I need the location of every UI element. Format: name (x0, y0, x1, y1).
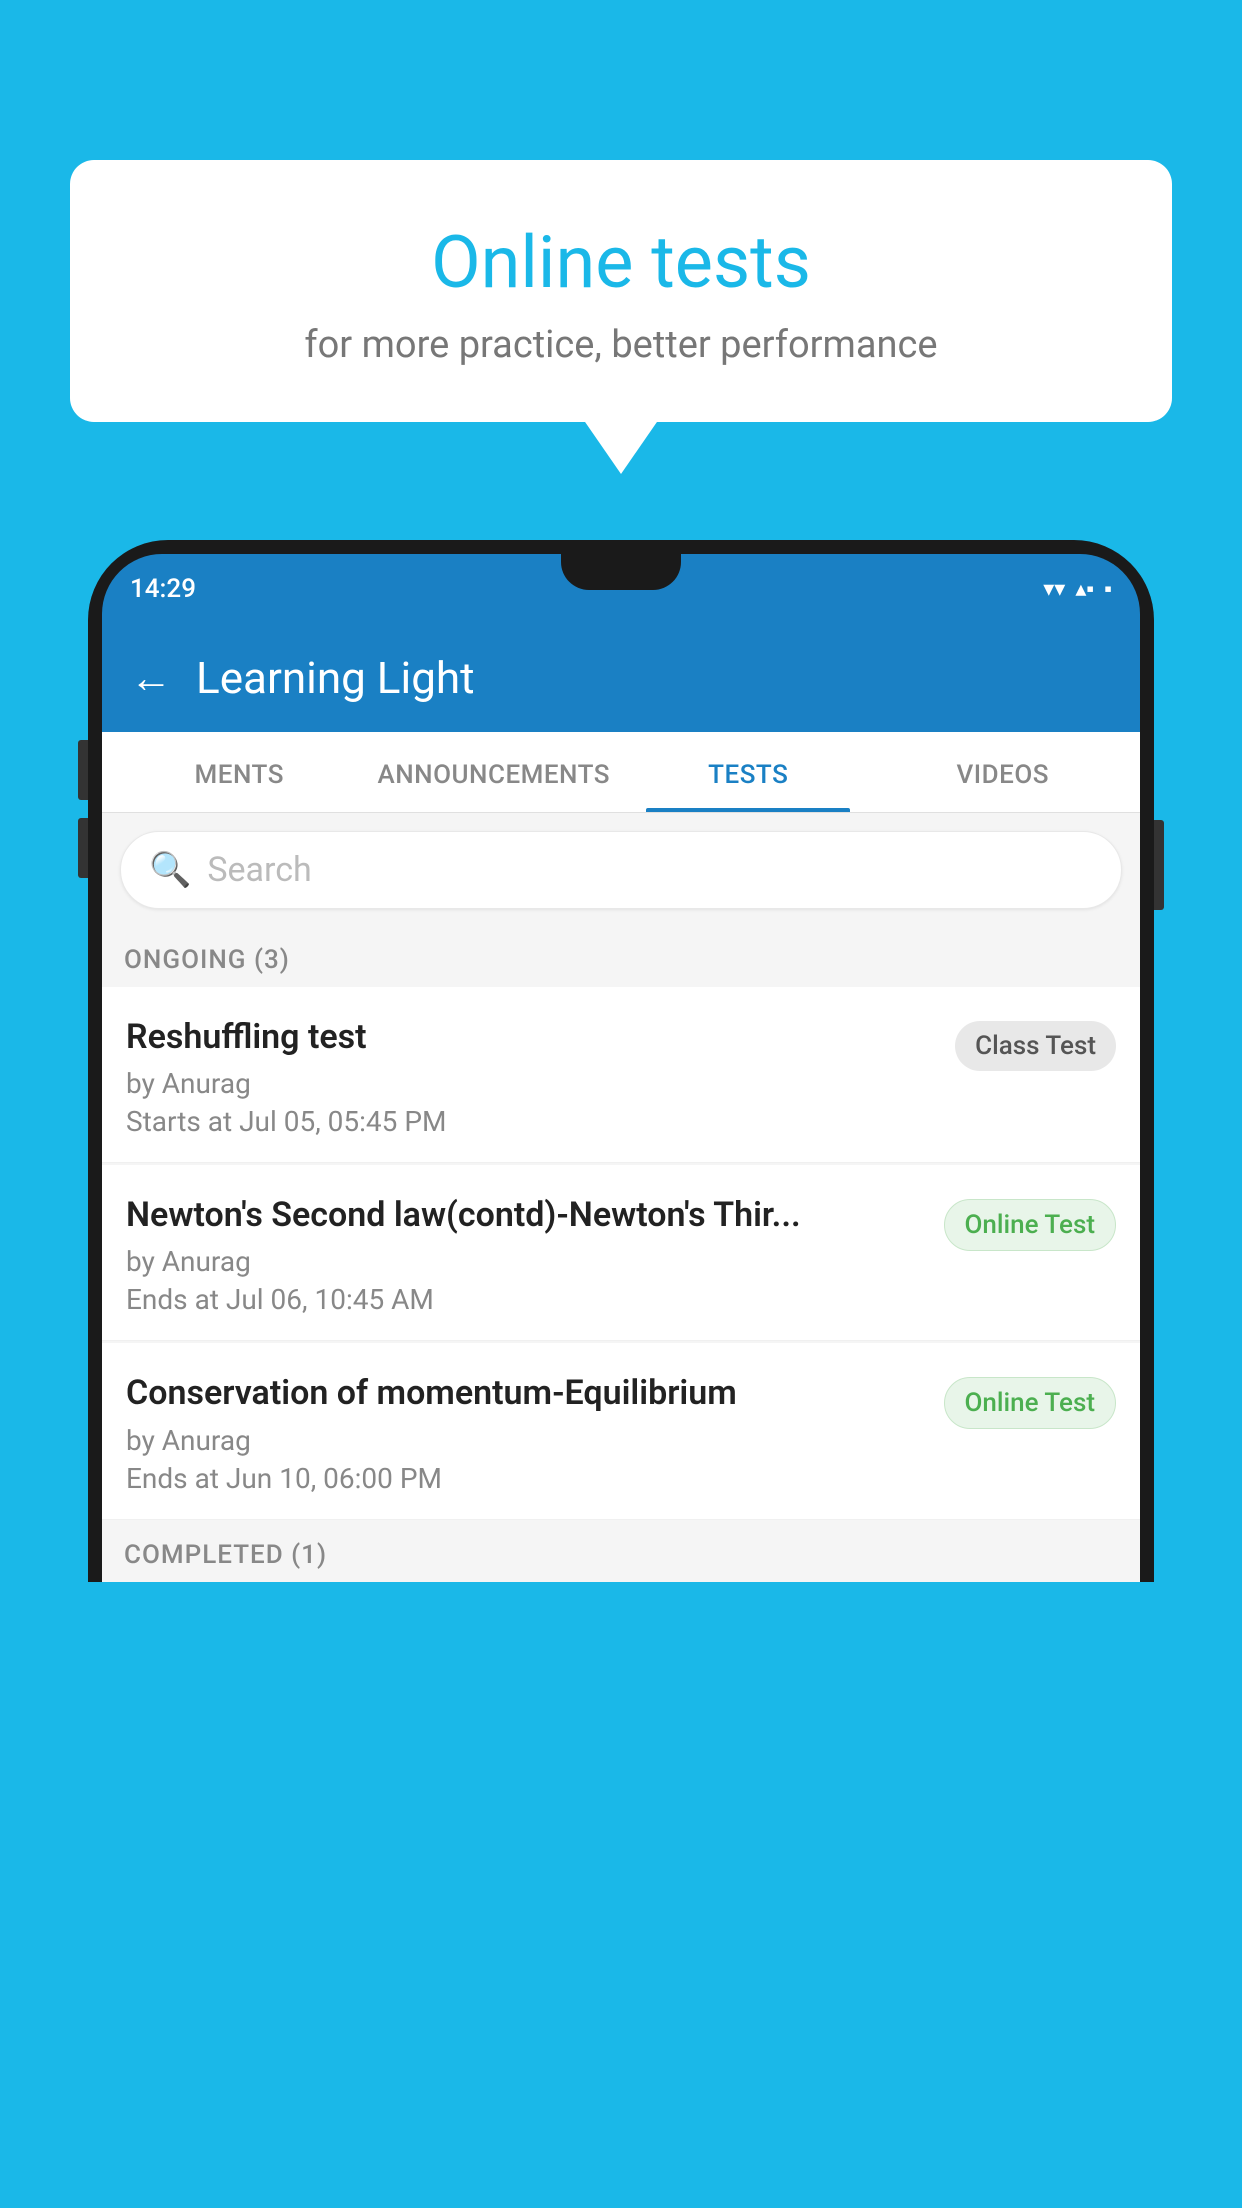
volume-down-button (78, 818, 88, 878)
completed-label: COMPLETED (1) (124, 1540, 327, 1570)
volume-buttons-left (78, 740, 88, 878)
badge-reshuffling: Class Test (955, 1021, 1116, 1071)
tab-announcements[interactable]: ANNOUNCEMENTS (367, 732, 622, 812)
test-time-conservation: Ends at Jun 10, 06:00 PM (126, 1462, 928, 1495)
status-time: 14:29 (130, 574, 196, 604)
phone-container: 14:29 ▾▾ ▴▪ ▪ ← Learning Light MENTS ANN… (88, 540, 1154, 2208)
power-button (1154, 820, 1164, 910)
back-button[interactable]: ← (130, 654, 172, 703)
phone-notch (561, 554, 681, 590)
ongoing-label: ONGOING (3) (124, 945, 290, 975)
app-title: Learning Light (196, 652, 475, 704)
search-bar[interactable]: 🔍 Search (120, 831, 1122, 909)
speech-bubble-container: Online tests for more practice, better p… (70, 160, 1172, 422)
ongoing-section-header: ONGOING (3) (102, 927, 1140, 987)
search-bar-container: 🔍 Search (102, 813, 1140, 927)
badge-newtons: Online Test (944, 1199, 1117, 1251)
content-area: 🔍 Search ONGOING (3) Reshuffling test by… (102, 813, 1140, 1582)
signal-icon: ▴▪ (1075, 576, 1094, 602)
test-author-conservation: by Anurag (126, 1424, 928, 1457)
tab-videos[interactable]: VIDEOS (876, 732, 1131, 812)
test-author-reshuffling: by Anurag (126, 1067, 939, 1100)
status-icons: ▾▾ ▴▪ ▪ (1043, 576, 1112, 602)
bubble-subtitle: for more practice, better performance (120, 323, 1122, 367)
badge-conservation: Online Test (944, 1377, 1117, 1429)
tabs-container: MENTS ANNOUNCEMENTS TESTS VIDEOS (102, 732, 1140, 813)
search-icon: 🔍 (149, 850, 191, 890)
test-item-conservation[interactable]: Conservation of momentum-Equilibrium by … (102, 1343, 1140, 1519)
test-info-newtons: Newton's Second law(contd)-Newton's Thir… (126, 1193, 928, 1316)
speech-bubble: Online tests for more practice, better p… (70, 160, 1172, 422)
test-name-conservation: Conservation of momentum-Equilibrium (126, 1371, 928, 1415)
app-header: ← Learning Light (102, 624, 1140, 732)
test-info-reshuffling: Reshuffling test by Anurag Starts at Jul… (126, 1015, 939, 1138)
search-placeholder: Search (207, 850, 311, 890)
status-bar: 14:29 ▾▾ ▴▪ ▪ (102, 554, 1140, 624)
test-time-reshuffling: Starts at Jul 05, 05:45 PM (126, 1105, 939, 1138)
test-item-newtons[interactable]: Newton's Second law(contd)-Newton's Thir… (102, 1165, 1140, 1341)
tab-tests[interactable]: TESTS (621, 732, 876, 812)
test-info-conservation: Conservation of momentum-Equilibrium by … (126, 1371, 928, 1494)
test-item-reshuffling[interactable]: Reshuffling test by Anurag Starts at Jul… (102, 987, 1140, 1163)
phone-frame: 14:29 ▾▾ ▴▪ ▪ ← Learning Light MENTS ANN… (88, 540, 1154, 1582)
battery-icon: ▪ (1104, 576, 1112, 602)
test-name-reshuffling: Reshuffling test (126, 1015, 939, 1059)
bubble-title: Online tests (120, 220, 1122, 305)
test-name-newtons: Newton's Second law(contd)-Newton's Thir… (126, 1193, 928, 1237)
completed-section-header: COMPLETED (1) (102, 1522, 1140, 1582)
wifi-icon: ▾▾ (1043, 577, 1065, 602)
power-button-right (1154, 820, 1164, 910)
test-time-newtons: Ends at Jul 06, 10:45 AM (126, 1283, 928, 1316)
test-author-newtons: by Anurag (126, 1245, 928, 1278)
tab-ments[interactable]: MENTS (112, 732, 367, 812)
volume-up-button (78, 740, 88, 800)
